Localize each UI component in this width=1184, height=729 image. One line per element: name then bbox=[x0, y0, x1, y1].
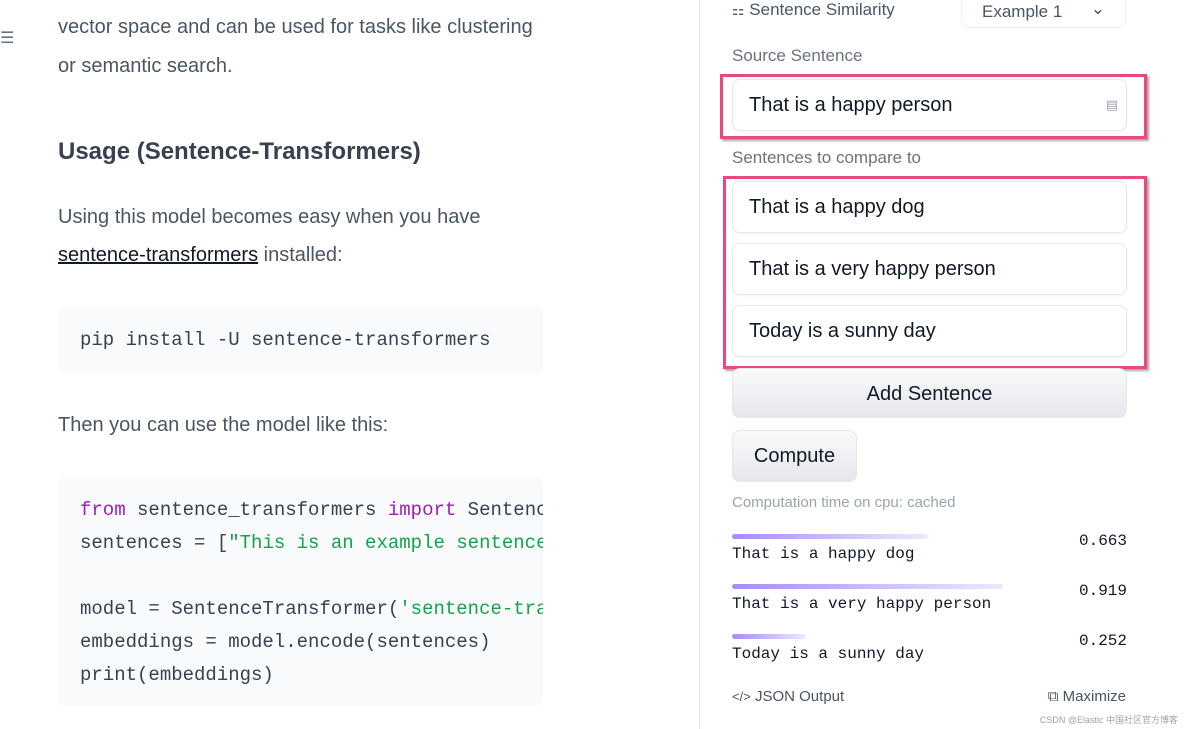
computation-time: Computation time on cpu: cached bbox=[732, 494, 956, 511]
add-sentence-button[interactable]: Add Sentence bbox=[732, 368, 1127, 418]
result-row: That is a happy dog 0.663 bbox=[732, 532, 1127, 563]
input-card-icon: ▤ bbox=[1105, 97, 1118, 112]
maximize-button[interactable]: ⧉ Maximize bbox=[1048, 688, 1126, 705]
result-score: 0.663 bbox=[1078, 532, 1127, 550]
result-label: That is a happy dog bbox=[732, 545, 915, 563]
python-code-block: from sentence_transformers import Senten… bbox=[58, 477, 543, 706]
menu-icon[interactable]: ☰ bbox=[0, 28, 14, 48]
then-text: Then you can use the model like this: bbox=[58, 414, 389, 436]
result-label: Today is a sunny day bbox=[732, 645, 925, 663]
json-output-button[interactable]: </> JSON Output bbox=[732, 688, 844, 705]
source-sentence-input[interactable]: That is a happy person ▤ bbox=[732, 79, 1127, 131]
compare-label: Sentences to compare to bbox=[732, 148, 922, 167]
code-icon: </> bbox=[732, 689, 751, 704]
sentence-similarity-icon: ⚏ bbox=[732, 2, 745, 18]
example-select[interactable]: Example 1 ⌄ bbox=[961, 0, 1126, 28]
result-label: That is a very happy person bbox=[732, 595, 992, 613]
intro-text: or semantic search. bbox=[58, 55, 233, 77]
compare-sentence-input[interactable]: That is a very happy person bbox=[732, 243, 1127, 295]
compare-sentence-input[interactable]: That is a happy dog bbox=[732, 181, 1127, 233]
sentence-transformers-link[interactable]: sentence-transformers bbox=[58, 244, 258, 266]
maximize-icon: ⧉ bbox=[1047, 688, 1059, 705]
result-row: Today is a sunny day 0.252 bbox=[732, 632, 1127, 663]
watermark: CSDN @Elastic 中国社区官方博客 bbox=[1039, 715, 1178, 725]
inference-widget: ⚏ Sentence Similarity Example 1 ⌄ Source … bbox=[701, 0, 1184, 729]
usage-text: Using this model becomes easy when you h… bbox=[58, 206, 481, 228]
result-row: That is a very happy person 0.919 bbox=[732, 582, 1127, 613]
score-bar bbox=[732, 584, 1004, 589]
pip-code-block: pip install -U sentence-transformers bbox=[58, 307, 543, 373]
model-card: ☰ vector space and can be used for tasks… bbox=[0, 0, 700, 729]
compare-sentence-input[interactable]: Today is a sunny day bbox=[732, 305, 1127, 357]
compute-button[interactable]: Compute bbox=[732, 430, 857, 482]
score-bar bbox=[732, 634, 807, 639]
result-score: 0.252 bbox=[1078, 632, 1127, 650]
source-label: Source Sentence bbox=[732, 46, 863, 65]
intro-text: vector space and can be used for tasks l… bbox=[58, 16, 533, 38]
score-bar bbox=[732, 534, 928, 539]
result-score: 0.919 bbox=[1078, 582, 1127, 600]
chevron-down-icon: ⌄ bbox=[1090, 0, 1105, 18]
task-label: Sentence Similarity bbox=[749, 0, 895, 19]
usage-heading: Usage (Sentence-Transformers) bbox=[58, 138, 421, 165]
